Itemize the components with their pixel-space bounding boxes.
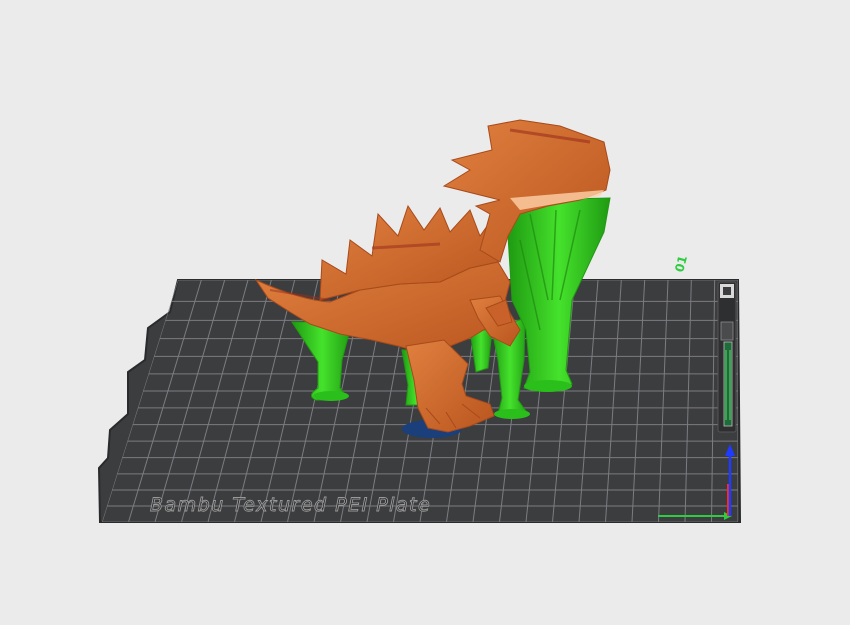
plate-label: Bambu Textured PEI Plate [150,494,431,516]
plate-side-panel [717,281,737,433]
plate-number: 01 [672,254,690,274]
build-scene[interactable]: Bambu Textured PEI Plate 01 [0,0,850,625]
3d-viewport[interactable]: Bambu Textured PEI Plate 01 [0,0,850,625]
layer-slider[interactable] [723,341,733,427]
